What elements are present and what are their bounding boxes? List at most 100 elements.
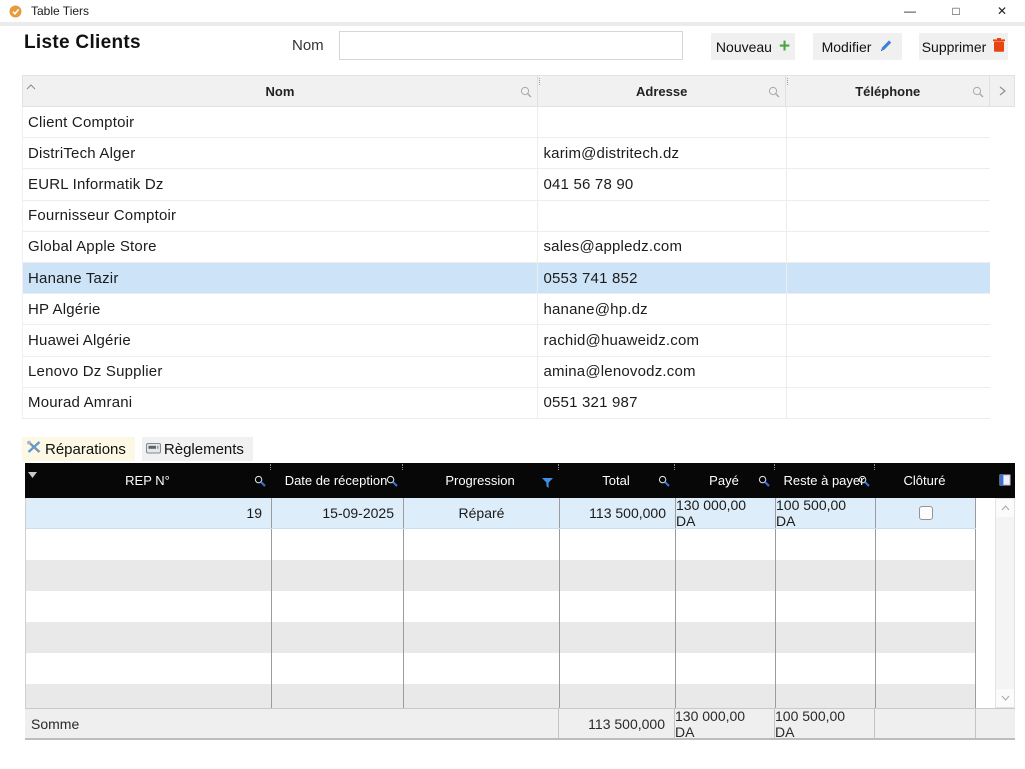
column-header-paye[interactable]: Payé xyxy=(674,463,774,498)
column-header-nom[interactable]: Nom xyxy=(23,76,537,106)
search-input[interactable] xyxy=(339,31,683,60)
column-resize-handle[interactable] xyxy=(874,464,875,470)
cell-telephone xyxy=(786,388,990,418)
column-chooser-icon[interactable] xyxy=(999,474,1011,489)
cell-nom: Huawei Algérie xyxy=(23,325,537,355)
footer-filler xyxy=(975,709,1015,738)
cell-nom: DistriTech Alger xyxy=(23,138,537,168)
client-row[interactable]: Global Apple Store sales@appledz.com xyxy=(23,232,990,263)
column-header-date-reception[interactable]: Date de réception xyxy=(270,463,402,498)
repair-row-selected[interactable]: 19 15-09-2025 Réparé 113 500,000 130 000… xyxy=(26,498,976,529)
repairs-grid-header: REP N° Date de réception Progression xyxy=(25,463,1015,498)
search-column-icon[interactable] xyxy=(520,86,532,101)
new-button[interactable]: Nouveau + xyxy=(711,33,795,60)
cell-cloture xyxy=(875,498,976,528)
vertical-scrollbar[interactable] xyxy=(995,498,1015,708)
client-row[interactable]: HP Algérie hanane@hp.dz xyxy=(23,294,990,325)
close-button[interactable]: ✕ xyxy=(979,0,1025,22)
footer-somme-label: Somme xyxy=(25,709,558,738)
search-label: Nom xyxy=(292,37,324,54)
title-bar: Table Tiers — □ ✕ xyxy=(0,0,1025,22)
minimize-button[interactable]: — xyxy=(887,0,933,22)
cell-telephone xyxy=(786,169,990,199)
cloture-checkbox[interactable] xyxy=(919,506,933,520)
scroll-right-button[interactable] xyxy=(989,76,1014,106)
cell-nom: Mourad Amrani xyxy=(23,388,537,418)
column-header-adresse[interactable]: Adresse xyxy=(537,76,786,106)
search-column-icon[interactable] xyxy=(386,475,398,490)
tab-reparations[interactable]: Réparations xyxy=(22,437,135,461)
column-resize-handle[interactable] xyxy=(787,78,788,85)
maximize-button[interactable]: □ xyxy=(933,0,979,22)
column-header-rep-n[interactable]: REP N° xyxy=(25,463,270,498)
client-row-selected[interactable]: Hanane Tazir 0553 741 852 xyxy=(23,263,990,294)
client-row[interactable]: Lenovo Dz Supplier amina@lenovodz.com xyxy=(23,357,990,388)
column-header-progression[interactable]: Progression xyxy=(402,463,558,498)
header-filler xyxy=(975,463,1015,498)
client-row[interactable]: EURL Informatik Dz 041 56 78 90 xyxy=(23,169,990,200)
column-header-cloture[interactable]: Clôturé xyxy=(874,463,975,498)
column-resize-handle[interactable] xyxy=(539,78,540,85)
column-resize-handle[interactable] xyxy=(402,464,403,470)
column-resize-handle[interactable] xyxy=(270,464,271,470)
tools-icon xyxy=(26,440,42,458)
search-column-icon[interactable] xyxy=(658,475,670,490)
cell-adresse xyxy=(537,201,786,231)
delete-button-label: Supprimer xyxy=(922,39,987,55)
search-column-icon[interactable] xyxy=(858,475,870,490)
column-resize-handle[interactable] xyxy=(558,464,559,470)
column-resize-handle[interactable] xyxy=(674,464,675,470)
column-label-nom: Nom xyxy=(266,84,295,99)
client-row[interactable]: Fournisseur Comptoir xyxy=(23,201,990,232)
search-column-icon[interactable] xyxy=(254,475,266,490)
cell-telephone xyxy=(786,357,990,387)
pencil-icon xyxy=(878,38,893,55)
clients-grid-body: Client Comptoir DistriTech Alger karim@d… xyxy=(22,107,990,419)
app-icon xyxy=(9,5,22,18)
sort-asc-icon xyxy=(26,78,36,93)
column-header-telephone[interactable]: Téléphone xyxy=(785,76,989,106)
cell-adresse: 0553 741 852 xyxy=(537,263,786,293)
window-title: Table Tiers xyxy=(31,4,89,18)
client-row[interactable]: Huawei Algérie rachid@huaweidz.com xyxy=(23,325,990,356)
repairs-grid-body: 19 15-09-2025 Réparé 113 500,000 130 000… xyxy=(25,498,1015,708)
footer-paye-sum: 130 000,00 DA xyxy=(674,709,774,738)
scroll-up-button[interactable] xyxy=(996,499,1014,517)
client-row[interactable]: Mourad Amrani 0551 321 987 xyxy=(23,388,990,419)
cell-nom: Global Apple Store xyxy=(23,232,537,262)
delete-button[interactable]: Supprimer xyxy=(919,33,1008,60)
empty-row[interactable] xyxy=(26,560,976,591)
edit-button[interactable]: Modifier xyxy=(813,33,902,60)
filter-funnel-icon[interactable] xyxy=(542,476,553,491)
empty-row[interactable] xyxy=(26,684,976,708)
repairs-grid: REP N° Date de réception Progression xyxy=(25,463,1015,740)
clients-grid-header: Nom Adresse Téléphone xyxy=(22,75,1015,107)
cell-adresse: amina@lenovodz.com xyxy=(537,357,786,387)
column-label-adresse: Adresse xyxy=(636,84,687,99)
search-column-icon[interactable] xyxy=(768,86,780,101)
empty-row[interactable] xyxy=(26,653,976,684)
cell-telephone xyxy=(786,263,990,293)
search-column-icon[interactable] xyxy=(758,475,770,490)
tab-reglements[interactable]: Règlements xyxy=(142,437,253,461)
empty-row[interactable] xyxy=(26,529,976,560)
detail-tabs: Réparations Règlements xyxy=(22,437,253,461)
clients-grid: Nom Adresse Téléphone xyxy=(22,75,1015,419)
cell-adresse: karim@distritech.dz xyxy=(537,138,786,168)
column-header-reste-a-payer[interactable]: Reste à payer xyxy=(774,463,874,498)
footer-cloture-empty xyxy=(874,709,975,738)
column-label-telephone: Téléphone xyxy=(855,84,920,99)
column-resize-handle[interactable] xyxy=(774,464,775,470)
empty-row[interactable] xyxy=(26,591,976,622)
column-label-date: Date de réception xyxy=(285,473,388,488)
client-row[interactable]: Client Comptoir xyxy=(23,107,990,138)
cell-nom: EURL Informatik Dz xyxy=(23,169,537,199)
column-header-total[interactable]: Total xyxy=(558,463,674,498)
scroll-down-button[interactable] xyxy=(996,689,1014,707)
client-row[interactable]: DistriTech Alger karim@distritech.dz xyxy=(23,138,990,169)
repairs-grid-footer: Somme 113 500,000 130 000,00 DA 100 500,… xyxy=(25,708,1015,740)
search-column-icon[interactable] xyxy=(972,86,984,101)
cell-date: 15-09-2025 xyxy=(271,498,403,528)
cell-telephone xyxy=(786,107,990,137)
empty-row[interactable] xyxy=(26,622,976,653)
